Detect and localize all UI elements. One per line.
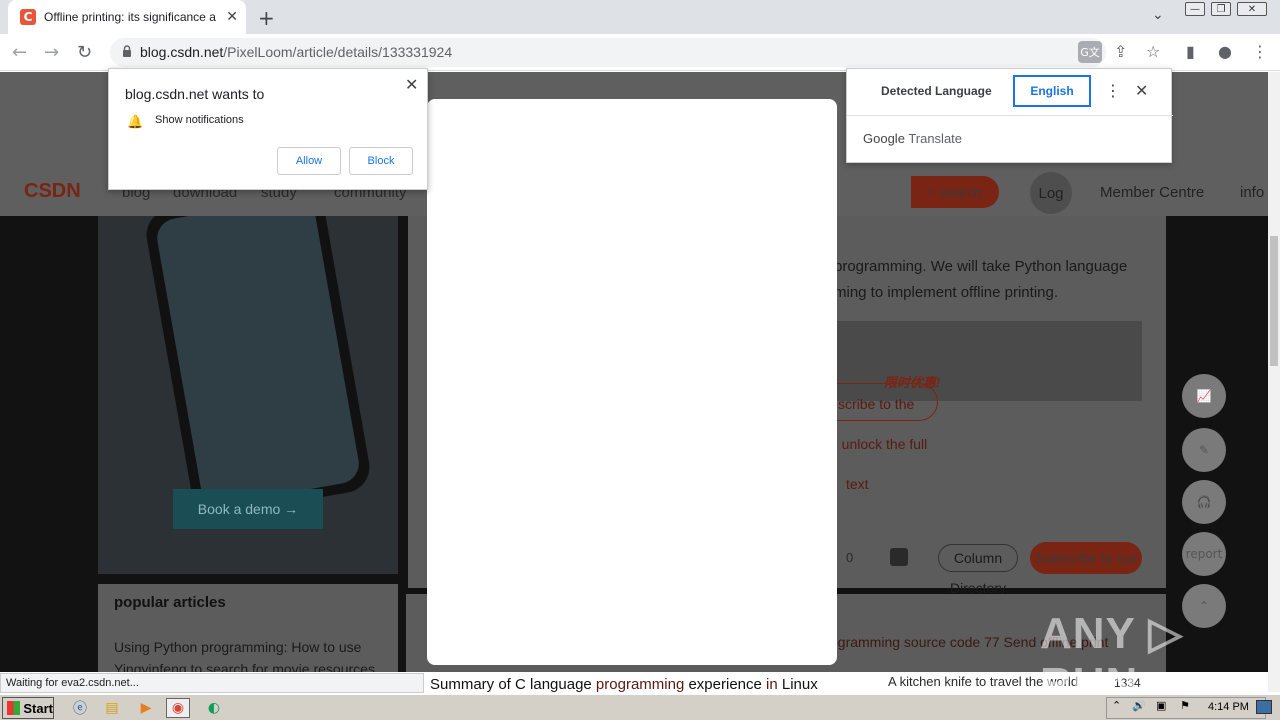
unlock-full-text[interactable]: o unlock the full xyxy=(830,436,927,452)
lock-icon[interactable] xyxy=(122,45,132,57)
profile-icon[interactable]: ● xyxy=(1218,42,1232,61)
start-label: Start xyxy=(23,700,53,716)
browser-tab[interactable]: C Offline printing: its significance and… xyxy=(8,0,246,34)
forward-button[interactable]: → xyxy=(44,42,59,63)
tab-title: Offline printing: its significance and i xyxy=(44,10,216,24)
csdn-logo[interactable]: CSDN xyxy=(24,180,81,203)
share-icon[interactable]: ⇪ xyxy=(1114,42,1127,61)
action-center-flag-icon[interactable]: ⚑ xyxy=(1180,699,1190,712)
google-translate-brand: Google Translate xyxy=(863,131,963,146)
article-text-line: programming. We will take Python languag… xyxy=(834,258,1128,275)
translate-options-icon[interactable]: ⋮ xyxy=(1105,81,1121,100)
window-close-button[interactable]: ✕ xyxy=(1237,2,1267,16)
back-button[interactable]: ← xyxy=(12,42,27,63)
popular-articles-panel: popular articles Using Python programmin… xyxy=(98,584,398,672)
ie-icon[interactable]: ⓔ xyxy=(68,698,92,718)
tray-expand-icon[interactable]: ⌃ xyxy=(1112,699,1121,712)
folder-icon[interactable]: ▤ xyxy=(100,698,124,718)
url-host: blog.csdn.net xyxy=(140,44,224,60)
windows-logo-icon xyxy=(7,701,21,715)
start-button[interactable]: Start xyxy=(2,697,54,719)
phone-screen xyxy=(154,216,362,508)
prompt-title: blog.csdn.net wants to xyxy=(125,86,265,102)
headset-icon[interactable]: 🎧 xyxy=(1182,480,1226,524)
status-bubble: Waiting for eva2.csdn.net... xyxy=(0,673,424,693)
column-directory-button[interactable]: Column xyxy=(938,544,1018,572)
tab-close-icon[interactable]: ✕ xyxy=(226,9,238,25)
block-button[interactable]: Block xyxy=(349,147,413,175)
address-bar[interactable]: blog.csdn.net/PixelLoom/article/details/… xyxy=(110,38,1106,67)
new-tab-button[interactable]: + xyxy=(258,6,275,30)
search-icon: ⌕ xyxy=(928,184,936,200)
edit-icon[interactable]: ✎ xyxy=(1182,428,1226,472)
network-icon[interactable]: ▣ xyxy=(1156,699,1166,712)
tab-search-icon[interactable]: ⌄ xyxy=(1152,7,1164,23)
windows-taskbar: Start ⓔ ▤ ▶ ◉ ◐ ⌃ 🔊 ▣ ⚑ 4:14 PM xyxy=(0,694,1280,720)
blank-modal-dialog[interactable] xyxy=(427,99,837,665)
notification-permission-prompt: blog.csdn.net wants to ✕ 🔔 Show notifica… xyxy=(108,68,428,190)
translate-icon[interactable]: G文 xyxy=(1078,41,1102,63)
site-search-button[interactable]: ⌕ search xyxy=(911,176,999,208)
member-centre-link[interactable]: Member Centre xyxy=(1100,184,1204,201)
bell-icon: 🔔 xyxy=(127,115,144,130)
translate-close-icon[interactable]: ✕ xyxy=(1135,81,1148,100)
prompt-description: Show notifications xyxy=(155,114,244,126)
search-label: search xyxy=(939,184,982,200)
info-link[interactable]: info xyxy=(1240,184,1264,201)
subscribe-column-label: scribe to the xyxy=(838,396,915,412)
restore-button[interactable]: ❐ xyxy=(1211,2,1231,16)
browser-toolbar: ← → ↻ blog.csdn.net/PixelLoom/article/de… xyxy=(0,34,1280,71)
english-language-tab[interactable]: English xyxy=(1013,75,1091,107)
login-button[interactable]: Log xyxy=(1030,172,1072,214)
url-path: /PixelLoom/article/details/133331924 xyxy=(223,44,453,60)
full-text-link[interactable]: text xyxy=(846,476,869,492)
minimize-button[interactable]: — xyxy=(1185,2,1205,16)
tab-strip: C Offline printing: its significance and… xyxy=(0,0,1280,34)
divider xyxy=(847,115,1173,116)
stats-icon[interactable]: 📈 xyxy=(1182,374,1226,418)
chrome-taskbar-icon[interactable]: ◉ xyxy=(166,698,190,718)
volume-icon[interactable]: 🔊 xyxy=(1132,699,1146,712)
edge-icon[interactable]: ◐ xyxy=(202,698,226,718)
show-desktop-icon[interactable] xyxy=(1256,700,1272,714)
translate-popup: Detected Language English ⋮ ✕ Google Tra… xyxy=(846,68,1173,163)
page-scrollbar[interactable] xyxy=(1268,72,1280,692)
chrome-menu-icon[interactable]: ⋮ xyxy=(1252,42,1268,61)
allow-button[interactable]: Allow xyxy=(277,147,341,175)
detected-language-tab[interactable]: Detected Language xyxy=(881,84,992,98)
prompt-close-icon[interactable]: ✕ xyxy=(405,75,418,94)
advertisement-panel[interactable]: Book a demo → xyxy=(98,216,398,574)
popular-article-link[interactable]: Using Python programming: How to use Yin… xyxy=(114,636,384,672)
article-list-title[interactable]: Summary of C language programming experi… xyxy=(430,676,818,693)
book-demo-button[interactable]: Book a demo → xyxy=(173,489,323,529)
taskbar-clock[interactable]: 4:14 PM xyxy=(1208,701,1249,713)
article-text-line: ming to implement offline printing. xyxy=(834,284,1059,301)
side-panel-icon[interactable]: ▮ xyxy=(1186,42,1195,61)
scrollbar-thumb[interactable] xyxy=(1270,236,1278,366)
phone-image xyxy=(142,216,374,520)
share-article-icon[interactable] xyxy=(890,548,908,566)
csdn-favicon-icon: C xyxy=(20,9,36,25)
reload-button[interactable]: ↻ xyxy=(77,42,92,63)
bookmark-star-icon[interactable]: ☆ xyxy=(1146,42,1160,61)
report-button[interactable]: report xyxy=(1182,532,1226,576)
media-player-icon[interactable]: ▶ xyxy=(134,698,158,718)
comment-count: 0 xyxy=(846,550,854,565)
popular-articles-title: popular articles xyxy=(114,594,226,611)
subscribe-to-our-button[interactable]: Subscribe to our xyxy=(1030,542,1142,574)
